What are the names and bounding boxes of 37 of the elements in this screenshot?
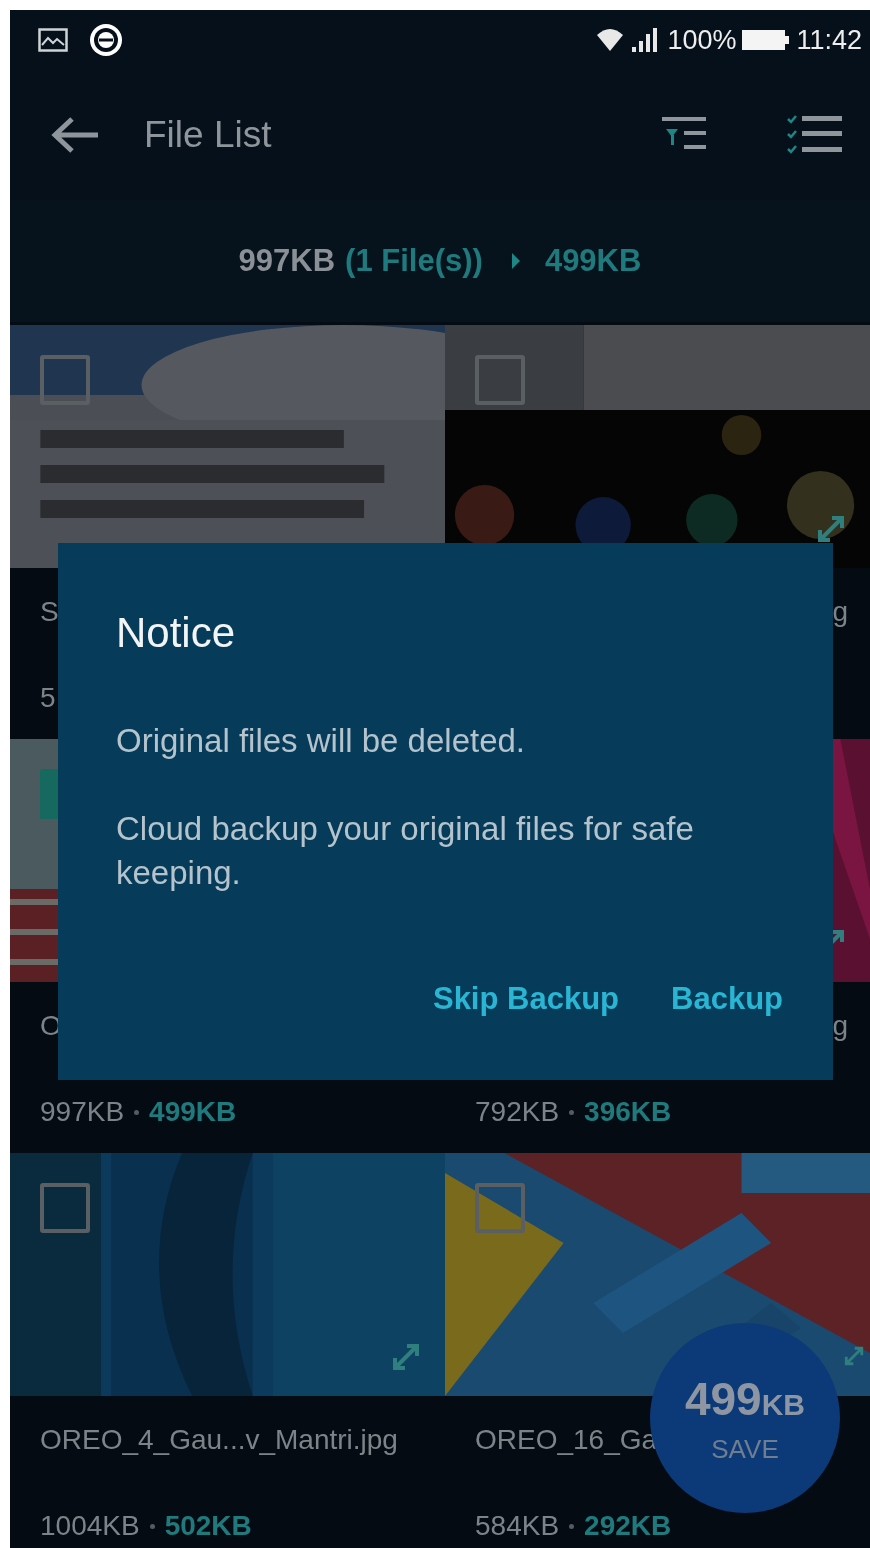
file-name: g — [832, 596, 848, 628]
compressed-size: 502KB — [164, 1510, 252, 1542]
separator-dot — [569, 1523, 575, 1529]
battery-icon — [742, 28, 791, 52]
separator-dot — [149, 1523, 155, 1529]
original-size: 997KB — [238, 243, 336, 279]
compressed-size: 396KB — [584, 1096, 672, 1128]
file-name: g — [832, 1010, 848, 1042]
compressed-size: 292KB — [584, 1510, 672, 1542]
compressed-size: 499KB — [544, 243, 642, 279]
original-size: 5 — [40, 682, 56, 714]
battery-percent: 100% — [667, 24, 737, 56]
original-size: 792KB — [475, 1096, 560, 1128]
file-name: OREO_4_Gau...v_Mantri.jpg — [40, 1424, 398, 1456]
separator-dot — [134, 1109, 140, 1115]
dialog-button[interactable]: Backup — [671, 981, 783, 1017]
original-size: 584KB — [475, 1510, 560, 1542]
compressed-size: 499KB — [149, 1096, 237, 1128]
screen-title: File List — [144, 114, 272, 156]
dialog-message: Original files will be deleted. — [116, 721, 527, 761]
checkbox[interactable] — [40, 355, 90, 405]
dialog-title: Notice — [116, 609, 237, 657]
original-size: 1004KB — [40, 1510, 140, 1542]
clock: 11:42 — [796, 24, 862, 56]
caret-icon — [510, 252, 521, 270]
file-count: (1 File(s)) — [345, 243, 483, 279]
dialog-message: Cloud backup your original files for safe keeping. — [116, 809, 695, 893]
separator-dot — [569, 1109, 575, 1115]
original-size: 997KB — [40, 1096, 125, 1128]
checkbox[interactable] — [475, 355, 525, 405]
expand-icon[interactable] — [842, 1344, 866, 1368]
checkbox[interactable] — [40, 1183, 90, 1233]
gallery-icon — [38, 28, 68, 52]
checkbox[interactable] — [475, 1183, 525, 1233]
file-name: S — [40, 596, 59, 628]
dialog-button[interactable]: Skip Backup — [432, 981, 619, 1017]
back-arrow-icon[interactable] — [50, 115, 100, 155]
